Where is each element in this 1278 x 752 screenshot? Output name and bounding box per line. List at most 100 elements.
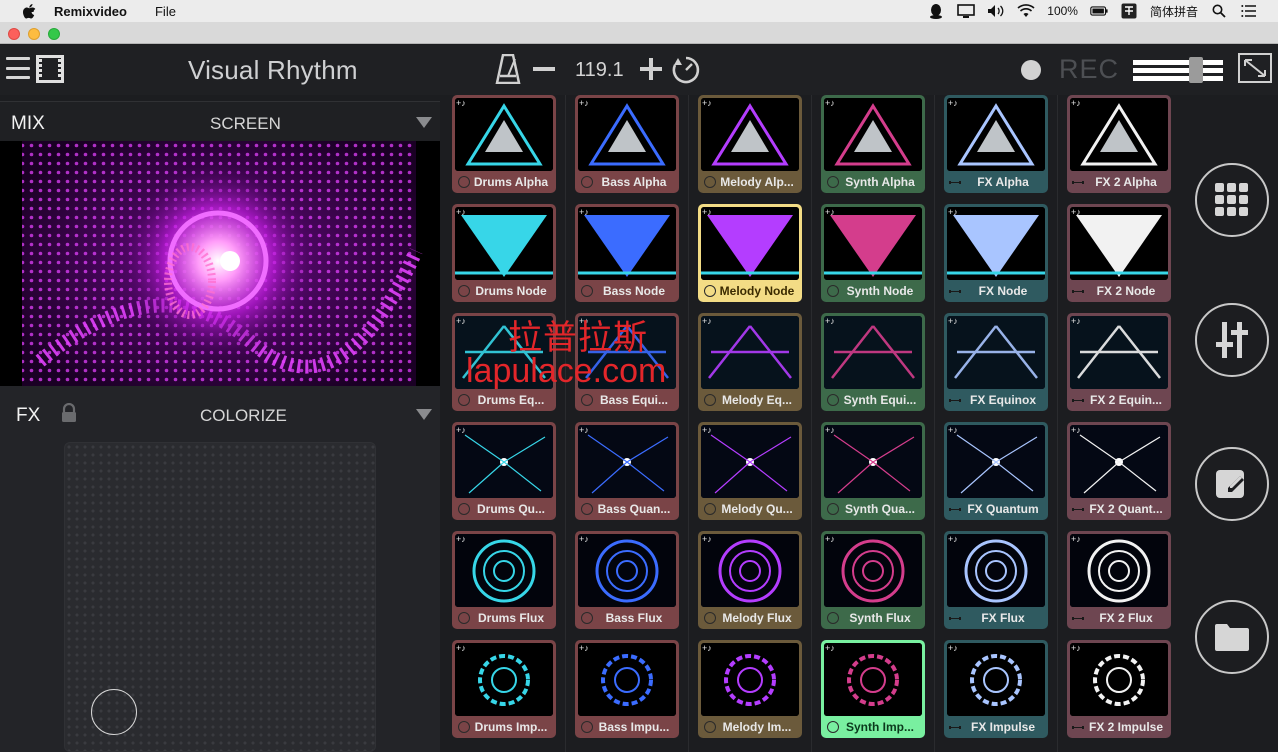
clip-thumbnail[interactable]: [701, 643, 799, 716]
clip-thumbnail[interactable]: [824, 534, 922, 607]
clip-fx-5[interactable]: +♪ FX Flux: [944, 531, 1048, 629]
fx-effect-select[interactable]: COLORIZE: [200, 406, 287, 426]
clip-thumbnail[interactable]: [455, 534, 553, 607]
clip-melody-5[interactable]: +♪ Melody Flux: [698, 531, 802, 629]
clip-drums-1[interactable]: +♪ Drums Alpha: [452, 95, 556, 193]
add-music-note-icon[interactable]: +♪: [579, 534, 589, 544]
clip-thumbnail[interactable]: [824, 425, 922, 498]
add-music-note-icon[interactable]: +♪: [579, 207, 589, 217]
fullscreen-icon[interactable]: [1238, 53, 1272, 83]
clip-thumbnail[interactable]: [947, 425, 1045, 498]
clip-synth-1[interactable]: +♪ Synth Alpha: [821, 95, 925, 193]
menu-icon[interactable]: [6, 57, 30, 79]
add-music-note-icon[interactable]: +♪: [456, 643, 466, 653]
clip-thumbnail[interactable]: [824, 207, 922, 280]
clip-synth-5[interactable]: +♪ Synth Flux: [821, 531, 925, 629]
edit-button[interactable]: [1195, 447, 1269, 521]
clip-drums-2[interactable]: +♪ Drums Node: [452, 204, 556, 302]
add-music-note-icon[interactable]: +♪: [702, 643, 712, 653]
clip-synth-2[interactable]: +♪ Synth Node: [821, 204, 925, 302]
clip-thumbnail[interactable]: [578, 207, 676, 280]
mixer-button[interactable]: [1195, 303, 1269, 377]
clip-melody-2[interactable]: +♪ Melody Node: [698, 204, 802, 302]
add-music-note-icon[interactable]: +♪: [1071, 316, 1081, 326]
clip-thumbnail[interactable]: [824, 643, 922, 716]
clip-fx2-1[interactable]: +♪ FX 2 Alpha: [1067, 95, 1171, 193]
fx-xy-pad[interactable]: [64, 442, 376, 752]
clip-melody-1[interactable]: +♪ Melody Alp...: [698, 95, 802, 193]
clip-thumbnail[interactable]: [455, 98, 553, 171]
add-music-note-icon[interactable]: +♪: [948, 425, 958, 435]
clip-thumbnail[interactable]: [1070, 207, 1168, 280]
input-method-icon[interactable]: [1120, 3, 1138, 19]
input-method-label[interactable]: 简体拼音: [1150, 3, 1198, 20]
clip-thumbnail[interactable]: [578, 98, 676, 171]
add-music-note-icon[interactable]: +♪: [948, 534, 958, 544]
add-music-note-icon[interactable]: +♪: [579, 643, 589, 653]
add-music-note-icon[interactable]: +♪: [1071, 98, 1081, 108]
clip-bass-1[interactable]: +♪ Bass Alpha: [575, 95, 679, 193]
add-music-note-icon[interactable]: +♪: [579, 98, 589, 108]
clip-thumbnail[interactable]: [701, 98, 799, 171]
clip-thumbnail[interactable]: [1070, 643, 1168, 716]
add-music-note-icon[interactable]: +♪: [825, 207, 835, 217]
add-music-note-icon[interactable]: +♪: [702, 316, 712, 326]
clip-thumbnail[interactable]: [455, 425, 553, 498]
add-music-note-icon[interactable]: +♪: [702, 98, 712, 108]
clip-thumbnail[interactable]: [701, 207, 799, 280]
clip-thumbnail[interactable]: [1070, 425, 1168, 498]
clip-thumbnail[interactable]: [824, 98, 922, 171]
bpm-increase-button[interactable]: [640, 58, 662, 80]
add-music-note-icon[interactable]: +♪: [579, 425, 589, 435]
file-menu[interactable]: File: [155, 4, 176, 19]
add-music-note-icon[interactable]: +♪: [825, 98, 835, 108]
add-music-note-icon[interactable]: +♪: [456, 207, 466, 217]
clip-thumbnail[interactable]: [701, 534, 799, 607]
add-music-note-icon[interactable]: +♪: [948, 316, 958, 326]
add-music-note-icon[interactable]: +♪: [1071, 425, 1081, 435]
record-button[interactable]: [1021, 60, 1041, 80]
bpm-value[interactable]: 119.1: [575, 59, 624, 82]
clip-bass-6[interactable]: +♪ Bass Impu...: [575, 640, 679, 738]
add-music-note-icon[interactable]: +♪: [1071, 207, 1081, 217]
metronome-icon[interactable]: [495, 54, 521, 84]
clip-thumbnail[interactable]: [701, 425, 799, 498]
clip-synth-4[interactable]: +♪ Synth Qua...: [821, 422, 925, 520]
clip-thumbnail[interactable]: [947, 316, 1045, 389]
battery-icon[interactable]: [1090, 4, 1108, 18]
crossfader-slider[interactable]: [1133, 57, 1223, 83]
minimize-window-button[interactable]: [28, 28, 40, 40]
clip-bass-2[interactable]: +♪ Bass Node: [575, 204, 679, 302]
clip-fx2-4[interactable]: +♪ FX 2 Quant...: [1067, 422, 1171, 520]
rec-label[interactable]: REC: [1059, 54, 1119, 85]
add-music-note-icon[interactable]: +♪: [456, 425, 466, 435]
clip-fx-2[interactable]: +♪ FX Node: [944, 204, 1048, 302]
add-music-note-icon[interactable]: +♪: [825, 643, 835, 653]
spotlight-search-icon[interactable]: [1210, 4, 1228, 18]
zoom-window-button[interactable]: [48, 28, 60, 40]
add-music-note-icon[interactable]: +♪: [948, 207, 958, 217]
add-music-note-icon[interactable]: +♪: [825, 425, 835, 435]
add-music-note-icon[interactable]: +♪: [702, 425, 712, 435]
blend-mode-select[interactable]: SCREEN: [210, 114, 281, 134]
clip-melody-6[interactable]: +♪ Melody Im...: [698, 640, 802, 738]
display-icon[interactable]: [957, 4, 976, 18]
app-menu[interactable]: Remixvideo: [54, 4, 127, 19]
add-music-note-icon[interactable]: +♪: [456, 534, 466, 544]
add-music-note-icon[interactable]: +♪: [456, 98, 466, 108]
wifi-icon[interactable]: [1017, 4, 1035, 18]
bpm-decrease-button[interactable]: [533, 67, 555, 71]
clip-thumbnail[interactable]: [578, 534, 676, 607]
add-music-note-icon[interactable]: +♪: [1071, 643, 1081, 653]
clip-thumbnail[interactable]: [824, 316, 922, 389]
add-music-note-icon[interactable]: +♪: [948, 98, 958, 108]
add-music-note-icon[interactable]: +♪: [948, 643, 958, 653]
clip-bass-4[interactable]: +♪ Bass Quan...: [575, 422, 679, 520]
library-button[interactable]: [1195, 600, 1269, 674]
clip-fx-3[interactable]: +♪ FX Equinox: [944, 313, 1048, 411]
add-music-note-icon[interactable]: +♪: [702, 207, 712, 217]
clip-thumbnail[interactable]: [578, 643, 676, 716]
clip-fx2-5[interactable]: +♪ FX 2 Flux: [1067, 531, 1171, 629]
clip-thumbnail[interactable]: [947, 98, 1045, 171]
clip-thumbnail[interactable]: [455, 643, 553, 716]
